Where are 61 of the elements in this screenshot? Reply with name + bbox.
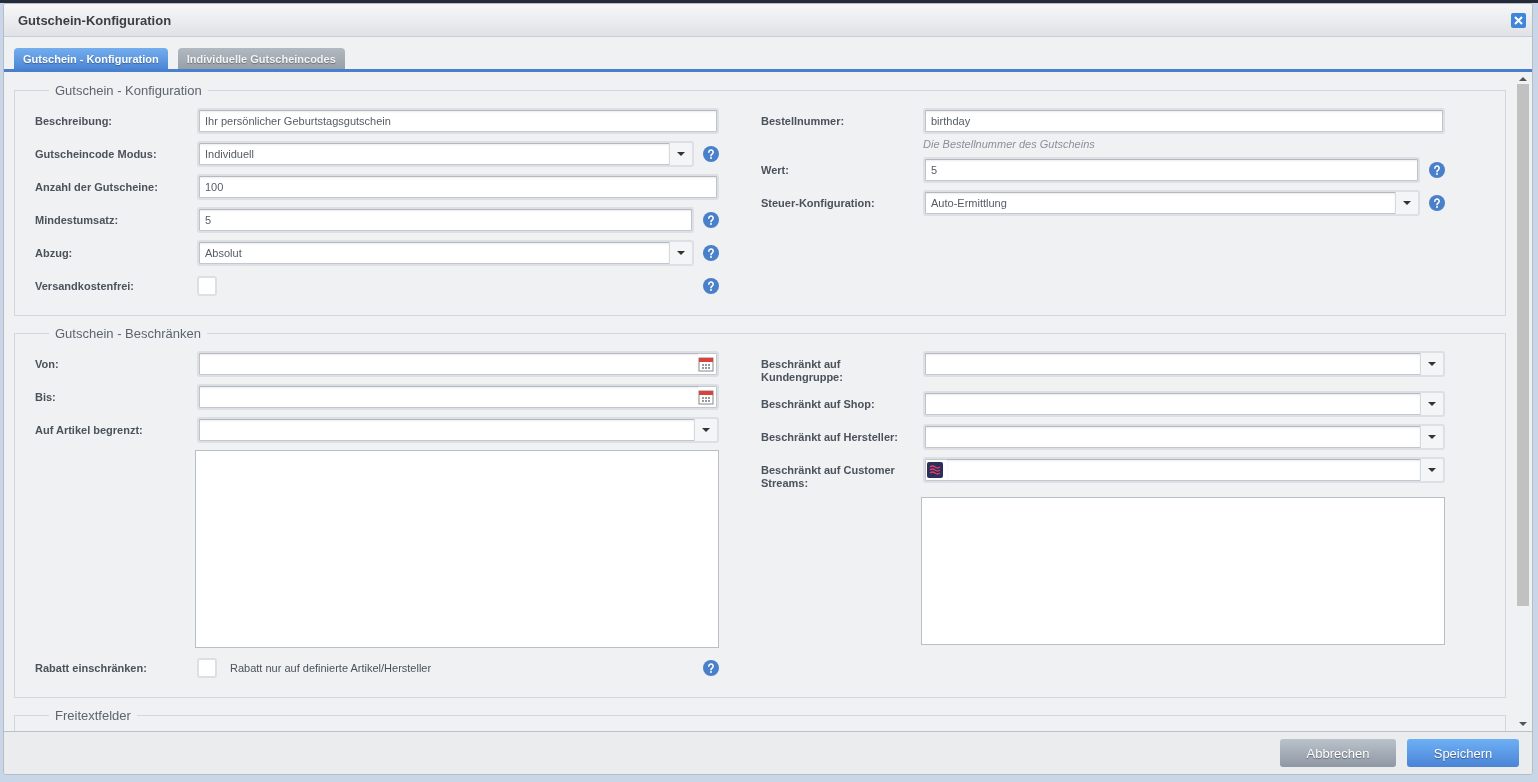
caret-icon[interactable] — [1403, 201, 1411, 205]
waves-icon — [927, 462, 943, 478]
field-label: Bis: — [35, 390, 57, 404]
field-label: Beschränkt auf Shop: — [761, 397, 876, 411]
field-label: Beschreibung: — [35, 114, 113, 128]
field-hint: Die Bestellnummer des Gutscheins — [923, 138, 1096, 150]
select-field[interactable]: Absolut — [197, 240, 694, 266]
scroll-up-icon[interactable] — [1519, 76, 1527, 82]
help-icon[interactable] — [703, 660, 719, 676]
date-field[interactable] — [197, 384, 719, 410]
field-label: Wert: — [761, 163, 790, 177]
select-field[interactable]: Auto-Ermittlung — [923, 190, 1420, 216]
calendar-icon[interactable] — [698, 356, 714, 372]
caret-icon[interactable] — [702, 428, 710, 432]
checkbox[interactable] — [197, 276, 217, 296]
select-field[interactable] — [923, 457, 1445, 483]
calendar-icon[interactable] — [698, 389, 714, 405]
text-field[interactable]: birthday — [923, 108, 1445, 134]
text-field[interactable]: 5 — [923, 157, 1420, 183]
window-title: Gutschein-Konfiguration — [18, 12, 172, 28]
section-legend: Gutschein - Konfiguration — [49, 83, 208, 98]
field-label: Beschränkt auf Customer Streams: — [761, 463, 896, 490]
help-icon[interactable] — [1429, 162, 1445, 178]
caret-icon[interactable] — [1428, 435, 1436, 439]
caret-icon[interactable] — [1428, 362, 1436, 366]
text-field[interactable]: Ihr persönlicher Geburtstagsgutschein — [197, 108, 719, 134]
help-icon[interactable] — [703, 146, 719, 162]
help-icon[interactable] — [703, 278, 719, 294]
field-label: Steuer-Konfiguration: — [761, 196, 876, 210]
help-icon[interactable] — [703, 245, 719, 261]
text-field[interactable]: 5 — [197, 207, 694, 233]
help-icon[interactable] — [1429, 195, 1445, 211]
field-label: Von: — [35, 357, 60, 371]
caret-icon[interactable] — [677, 152, 685, 156]
select-field[interactable] — [197, 417, 719, 443]
text-field[interactable]: 100 — [197, 174, 719, 200]
field-label: Mindestumsatz: — [35, 213, 120, 227]
field-label: Abzug: — [35, 246, 74, 260]
section-legend: Gutschein - Beschränken — [49, 326, 207, 341]
caret-icon[interactable] — [1428, 402, 1436, 406]
select-field[interactable]: Individuell — [197, 141, 694, 167]
field-label: Versandkostenfrei: — [35, 279, 136, 293]
caret-icon[interactable] — [677, 251, 685, 255]
select-field[interactable] — [923, 351, 1445, 377]
section-legend: Freitextfelder — [49, 708, 137, 723]
checkbox-label: Rabatt nur auf definierte Artikel/Hersteller — [230, 662, 432, 674]
date-field[interactable] — [197, 351, 719, 377]
field-label: Rabatt einschränken: — [35, 661, 148, 675]
field-label: Auf Artikel begrenzt: — [35, 423, 144, 437]
select-field[interactable] — [923, 424, 1445, 450]
checkbox[interactable] — [197, 658, 217, 678]
field-label: Gutscheincode Modus: — [35, 147, 158, 161]
help-icon[interactable] — [703, 212, 719, 228]
select-field[interactable] — [923, 391, 1445, 417]
field-label: Beschränkt auf Kundengruppe: — [761, 357, 844, 384]
field-label: Beschränkt auf Hersteller: — [761, 430, 899, 444]
caret-icon[interactable] — [1428, 468, 1436, 472]
close-icon[interactable] — [1511, 12, 1526, 28]
scroll-down-icon[interactable] — [1519, 721, 1527, 727]
field-label: Bestellnummer: — [761, 114, 846, 128]
field-label: Anzahl der Gutscheine: — [35, 180, 159, 194]
